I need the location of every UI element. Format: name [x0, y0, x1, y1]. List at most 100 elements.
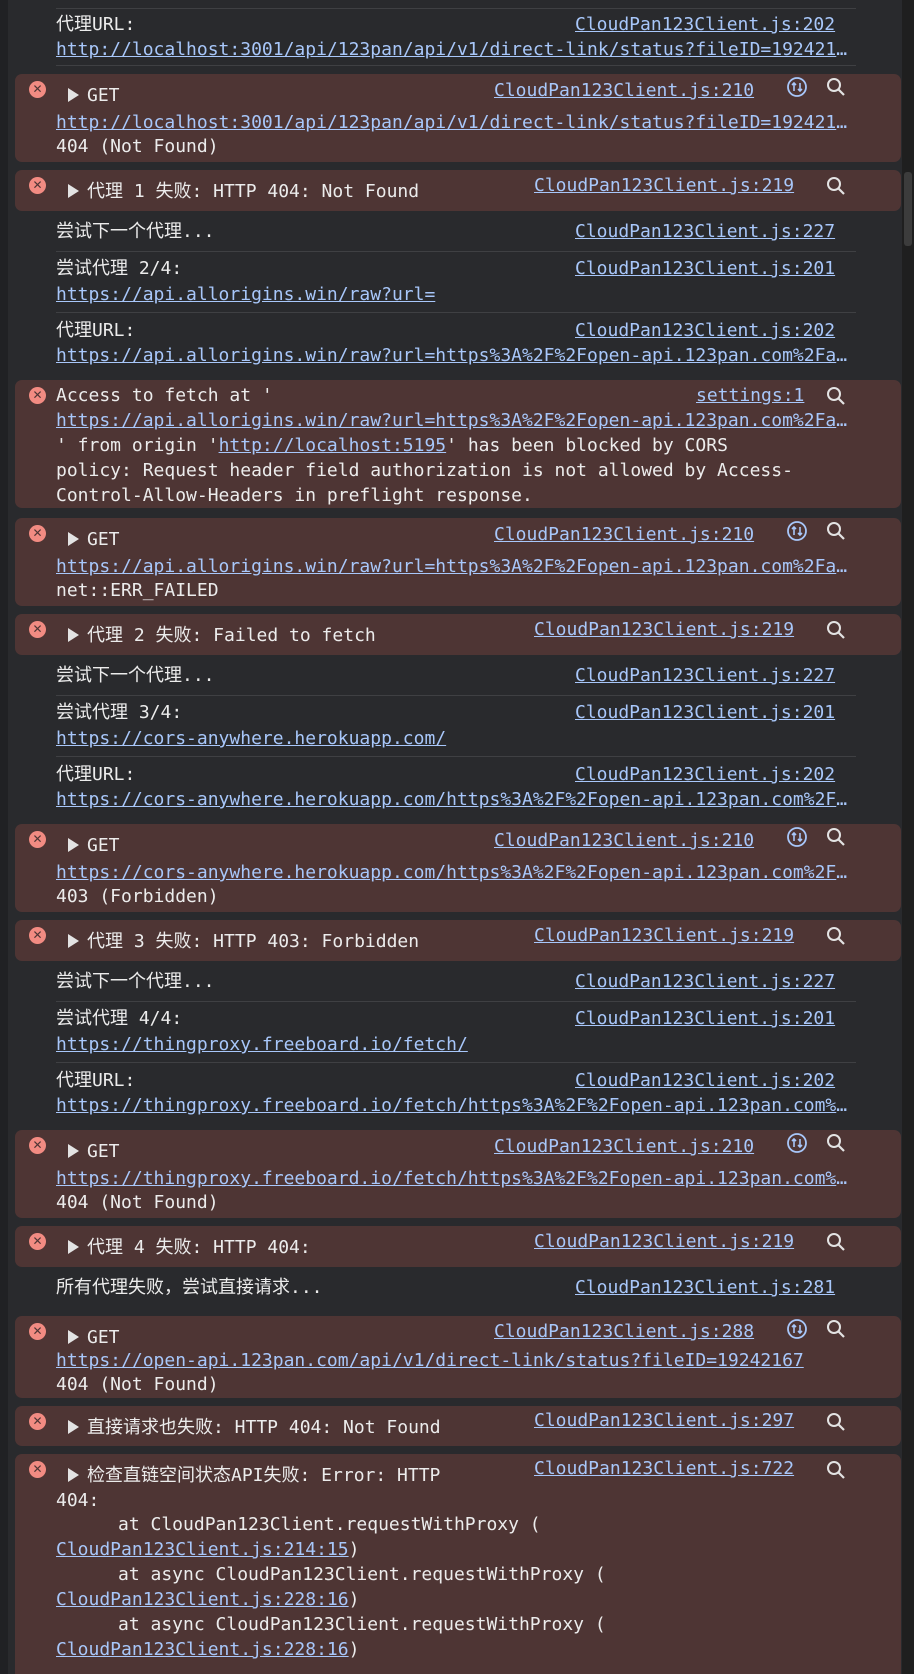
- message-url-link[interactable]: https://cors-anywhere.herokuapp.com/http…: [56, 787, 856, 812]
- expand-triangle-icon[interactable]: [68, 184, 79, 198]
- request-method: GET: [87, 1141, 120, 1162]
- search-icon[interactable]: [825, 826, 847, 848]
- search-icon[interactable]: [825, 1411, 847, 1433]
- source-link[interactable]: CloudPan123Client.js:202: [575, 1068, 835, 1093]
- error-text: 检查直链空间状态API失败: Error: HTTP: [87, 1465, 441, 1486]
- proxy-url-link[interactable]: https://cors-anywhere.herokuapp.com/: [56, 726, 446, 751]
- console-message-log: 尝试下一个代理... CloudPan123Client.js:227: [56, 217, 856, 252]
- expand-triangle-icon[interactable]: [68, 1468, 79, 1482]
- source-link[interactable]: CloudPan123Client.js:297: [534, 1408, 794, 1433]
- network-request-icon[interactable]: [786, 520, 808, 542]
- left-gutter: [0, 0, 8, 1674]
- search-icon[interactable]: [825, 925, 847, 947]
- request-url-link[interactable]: https://api.allorigins.win/raw?url=https…: [56, 554, 856, 579]
- source-link[interactable]: CloudPan123Client.js:210: [494, 78, 754, 103]
- request-url-link[interactable]: http://localhost:3001/api/123pan/api/v1/…: [56, 110, 856, 135]
- source-link[interactable]: CloudPan123Client.js:210: [494, 828, 754, 853]
- request-url-link[interactable]: https://cors-anywhere.herokuapp.com/http…: [56, 860, 856, 885]
- search-icon[interactable]: [825, 1132, 847, 1154]
- console-message-log: 尝试代理 3/4: CloudPan123Client.js:201 https…: [56, 699, 856, 757]
- source-link[interactable]: CloudPan123Client.js:201: [575, 256, 835, 281]
- network-request-icon[interactable]: [786, 1318, 808, 1340]
- message-text[interactable]: 代理 4 失败: HTTP 404:: [56, 1235, 311, 1260]
- search-icon[interactable]: [825, 1318, 847, 1340]
- source-link[interactable]: CloudPan123Client.js:219: [534, 1229, 794, 1254]
- request-url-link[interactable]: https://open-api.123pan.com/api/v1/direc…: [56, 1348, 804, 1373]
- expand-triangle-icon[interactable]: [68, 1420, 79, 1434]
- proxy-url-link[interactable]: https://thingproxy.freeboard.io/fetch/: [56, 1032, 468, 1057]
- expand-triangle-icon[interactable]: [68, 838, 79, 852]
- error-icon: ✕: [29, 1413, 46, 1430]
- stack-trace-link[interactable]: CloudPan123Client.js:228:16: [56, 1589, 349, 1610]
- search-icon[interactable]: [825, 385, 847, 407]
- message-url-link[interactable]: https://api.allorigins.win/raw?url=https…: [56, 343, 856, 368]
- source-link[interactable]: CloudPan123Client.js:227: [575, 969, 835, 994]
- source-link[interactable]: CloudPan123Client.js:202: [575, 318, 835, 343]
- message-text: 所有代理失败，尝试直接请求...: [56, 1277, 323, 1298]
- expand-triangle-icon[interactable]: [68, 628, 79, 642]
- proxy-url-link[interactable]: https://api.allorigins.win/raw?url=: [56, 282, 435, 307]
- source-link[interactable]: CloudPan123Client.js:281: [575, 1275, 835, 1300]
- console-scrollbar[interactable]: [902, 0, 914, 1674]
- message-text[interactable]: 直接请求也失败: HTTP 404: Not Found: [56, 1415, 441, 1440]
- stack-trace-link[interactable]: CloudPan123Client.js:214:15: [56, 1539, 349, 1560]
- source-link[interactable]: CloudPan123Client.js:219: [534, 173, 794, 198]
- message-text: 尝试代理 3/4:: [56, 702, 183, 723]
- message-text[interactable]: 代理 3 失败: HTTP 403: Forbidden: [56, 929, 419, 954]
- source-link[interactable]: CloudPan123Client.js:210: [494, 522, 754, 547]
- message-url-link[interactable]: http://localhost:3001/api/123pan/api/v1/…: [56, 37, 856, 62]
- source-link[interactable]: CloudPan123Client.js:219: [534, 923, 794, 948]
- stack-trace-link[interactable]: CloudPan123Client.js:228:16: [56, 1639, 349, 1660]
- message-text[interactable]: 代理 1 失败: HTTP 404: Not Found: [56, 179, 419, 204]
- response-status: 403 (Forbidden): [56, 886, 219, 907]
- source-link[interactable]: CloudPan123Client.js:201: [575, 1006, 835, 1031]
- message-text[interactable]: GET: [56, 1139, 120, 1164]
- request-url-link[interactable]: https://thingproxy.freeboard.io/fetch/ht…: [56, 1166, 856, 1191]
- message-text[interactable]: GET: [56, 1325, 120, 1350]
- search-icon[interactable]: [825, 1231, 847, 1253]
- search-icon[interactable]: [825, 76, 847, 98]
- source-link[interactable]: CloudPan123Client.js:201: [575, 700, 835, 725]
- error-icon: ✕: [29, 831, 46, 848]
- error-text: 代理 1 失败: HTTP 404: Not Found: [87, 181, 420, 202]
- source-link[interactable]: CloudPan123Client.js:288: [494, 1319, 754, 1344]
- source-link[interactable]: CloudPan123Client.js:202: [575, 12, 835, 37]
- message-text[interactable]: GET: [56, 527, 120, 552]
- search-icon[interactable]: [825, 175, 847, 197]
- message-text[interactable]: 检查直链空间状态API失败: Error: HTTP: [56, 1463, 440, 1488]
- message-text[interactable]: 代理 2 失败: Failed to fetch: [56, 623, 376, 648]
- console-message-error: ✕ 代理 3 失败: HTTP 403: Forbidden CloudPan1…: [15, 920, 901, 961]
- network-request-icon[interactable]: [786, 826, 808, 848]
- source-link[interactable]: CloudPan123Client.js:227: [575, 663, 835, 688]
- source-link[interactable]: settings:1: [696, 383, 804, 408]
- scrollbar-thumb[interactable]: [904, 172, 912, 246]
- expand-triangle-icon[interactable]: [68, 532, 79, 546]
- expand-triangle-icon[interactable]: [68, 88, 79, 102]
- message-text[interactable]: GET: [56, 83, 120, 108]
- message-text[interactable]: GET: [56, 833, 120, 858]
- error-text: 代理 2 失败: Failed to fetch: [87, 625, 376, 646]
- expand-triangle-icon[interactable]: [68, 1240, 79, 1254]
- source-link[interactable]: CloudPan123Client.js:202: [575, 762, 835, 787]
- search-icon[interactable]: [825, 520, 847, 542]
- source-link[interactable]: CloudPan123Client.js:219: [534, 617, 794, 642]
- source-link[interactable]: CloudPan123Client.js:722: [534, 1456, 794, 1481]
- console-message-log: 尝试下一个代理... CloudPan123Client.js:227: [56, 967, 856, 1002]
- expand-triangle-icon[interactable]: [68, 934, 79, 948]
- console-message-log: 尝试代理 2/4: CloudPan123Client.js:201 https…: [56, 255, 856, 313]
- expand-triangle-icon[interactable]: [68, 1144, 79, 1158]
- expand-triangle-icon[interactable]: [68, 1330, 79, 1344]
- source-link[interactable]: CloudPan123Client.js:210: [494, 1134, 754, 1159]
- search-icon[interactable]: [825, 1459, 847, 1481]
- error-icon: ✕: [29, 1137, 46, 1154]
- network-request-icon[interactable]: [786, 76, 808, 98]
- source-link[interactable]: CloudPan123Client.js:227: [575, 219, 835, 244]
- request-url-link[interactable]: https://api.allorigins.win/raw?url=https…: [56, 408, 856, 433]
- message-url-link[interactable]: https://thingproxy.freeboard.io/fetch/ht…: [56, 1093, 856, 1118]
- error-icon: ✕: [29, 81, 46, 98]
- console-message-error: ✕ GET CloudPan123Client.js:210 https://c…: [15, 824, 901, 912]
- network-request-icon[interactable]: [786, 1132, 808, 1154]
- message-text-line: ' from origin 'http://localhost:5195' ha…: [56, 433, 728, 458]
- search-icon[interactable]: [825, 619, 847, 641]
- origin-link[interactable]: http://localhost:5195: [219, 435, 447, 456]
